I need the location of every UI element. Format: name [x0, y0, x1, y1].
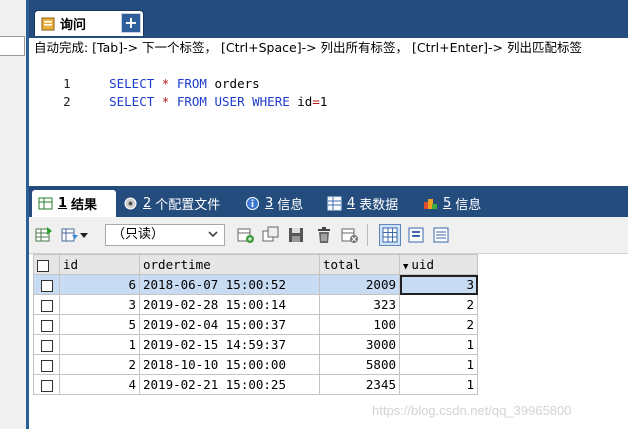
column-header-uid[interactable]: ▼ uid	[399, 254, 478, 275]
text-view-icon	[433, 227, 449, 243]
cell-uid[interactable]: 2	[399, 314, 478, 335]
cell-uid[interactable]: 2	[399, 294, 478, 315]
cell-total[interactable]: 5800	[319, 354, 400, 375]
duplicate-row-icon[interactable]	[262, 226, 280, 244]
cell-id[interactable]: 4	[59, 374, 140, 395]
copy-grid-icon[interactable]	[61, 226, 79, 244]
delete-icon[interactable]	[315, 226, 333, 244]
cell-ordertime[interactable]: 2019-02-04 15:00:37	[139, 314, 320, 335]
cancel-changes-icon[interactable]	[341, 226, 359, 244]
row-checkbox[interactable]	[33, 374, 60, 395]
dropdown-arrow-icon[interactable]	[79, 226, 89, 244]
cell-uid[interactable]: 1	[399, 354, 478, 375]
result-grid: id ordertime total ▼ uid 6 2018-06-07 15:…	[33, 254, 478, 395]
column-header-total[interactable]: total	[319, 254, 400, 275]
grid-view-button[interactable]	[379, 224, 401, 246]
cell-total[interactable]: 100	[319, 314, 400, 335]
query-tab-bar: 询问 +	[29, 0, 628, 38]
results-toolbar: （只读）	[29, 217, 628, 254]
select-all-checkbox[interactable]	[33, 254, 60, 275]
watermark: https://blog.csdn.net/qq_39965800	[372, 403, 572, 418]
table-row[interactable]: 6 2018-06-07 15:00:52 2009 3	[33, 274, 478, 295]
tab-profile[interactable]: 2 个配置文件	[117, 190, 237, 217]
code-line: 2 SELECT * FROM USER WHERE id=1	[63, 94, 328, 109]
cell-uid[interactable]: 1	[399, 334, 478, 355]
cell-uid[interactable]: 1	[399, 374, 478, 395]
left-panel-field[interactable]	[0, 36, 25, 56]
cell-ordertime[interactable]: 2019-02-21 15:00:25	[139, 374, 320, 395]
sort-descending-icon: ▼	[403, 262, 409, 272]
table-data-icon	[327, 196, 342, 211]
history-icon	[424, 199, 437, 209]
cell-ordertime[interactable]: 2018-06-07 15:00:52	[139, 274, 320, 295]
cell-total[interactable]: 3000	[319, 334, 400, 355]
cell-total[interactable]: 323	[319, 294, 400, 315]
cell-id[interactable]: 2	[59, 354, 140, 375]
tab-table-data[interactable]: 4 表数据	[321, 190, 413, 217]
toolbar-separator	[367, 224, 368, 246]
form-view-button[interactable]	[405, 224, 427, 246]
query-tab-icon	[41, 17, 55, 30]
cell-ordertime[interactable]: 2019-02-28 15:00:14	[139, 294, 320, 315]
result-tab-bar: 1 结果 2 个配置文件 3 信息 4 表数据 5 信息	[29, 186, 628, 217]
add-row-icon[interactable]	[237, 226, 255, 244]
row-checkbox[interactable]	[33, 354, 60, 375]
cell-id[interactable]: 5	[59, 314, 140, 335]
query-tab-label: 询问	[60, 18, 87, 33]
table-row[interactable]: 3 2019-02-28 15:00:14 323 2	[33, 294, 478, 315]
tab-info[interactable]: 3 信息	[239, 190, 317, 217]
result-grid-icon	[38, 197, 53, 210]
line-number: 2	[63, 94, 71, 109]
cell-ordertime[interactable]: 2018-10-10 15:00:00	[139, 354, 320, 375]
cell-id[interactable]: 1	[59, 334, 140, 355]
export-grid-icon[interactable]	[35, 226, 53, 244]
tab-results[interactable]: 1 结果	[32, 190, 116, 217]
grid-header-row: id ordertime total ▼ uid	[33, 254, 478, 275]
autocomplete-hint: 自动完成: [Tab]-> 下一个标签， [Ctrl+Space]-> 列出所有…	[34, 40, 582, 55]
sql-editor[interactable]: 1 SELECT * FROM orders 2 SELECT * FROM USE…	[29, 57, 628, 185]
cell-id[interactable]: 6	[59, 274, 140, 295]
cell-total[interactable]: 2009	[319, 274, 400, 295]
form-view-icon	[408, 227, 424, 243]
column-header-ordertime[interactable]: ordertime	[139, 254, 320, 275]
tab-history[interactable]: 5 信息	[417, 190, 497, 217]
table-row[interactable]: 2 2018-10-10 15:00:00 5800 1	[33, 354, 478, 375]
result-mode-select[interactable]: （只读）	[105, 224, 225, 246]
table-row[interactable]: 5 2019-02-04 15:00:37 100 2	[33, 314, 478, 335]
text-view-button[interactable]	[430, 224, 452, 246]
table-row[interactable]: 4 2019-02-21 15:00:25 2345 1	[33, 374, 478, 395]
result-mode-value: （只读）	[112, 227, 165, 242]
table-row[interactable]: 1 2019-02-15 14:59:37 3000 1	[33, 334, 478, 355]
row-checkbox[interactable]	[33, 294, 60, 315]
row-checkbox[interactable]	[33, 314, 60, 335]
cell-id[interactable]: 3	[59, 294, 140, 315]
code-line: 1 SELECT * FROM orders	[63, 76, 260, 91]
save-icon[interactable]	[287, 226, 305, 244]
add-query-tab-button[interactable]: +	[121, 13, 141, 33]
row-checkbox[interactable]	[33, 274, 60, 295]
cell-uid[interactable]: 3	[399, 274, 478, 295]
profile-icon	[124, 197, 137, 210]
info-icon	[246, 197, 259, 210]
chevron-down-icon	[208, 231, 218, 238]
grid-view-icon	[382, 227, 398, 243]
left-panel-strip	[0, 0, 26, 429]
cell-total[interactable]: 2345	[319, 374, 400, 395]
row-checkbox[interactable]	[33, 334, 60, 355]
column-header-id[interactable]: id	[59, 254, 140, 275]
cell-ordertime[interactable]: 2019-02-15 14:59:37	[139, 334, 320, 355]
